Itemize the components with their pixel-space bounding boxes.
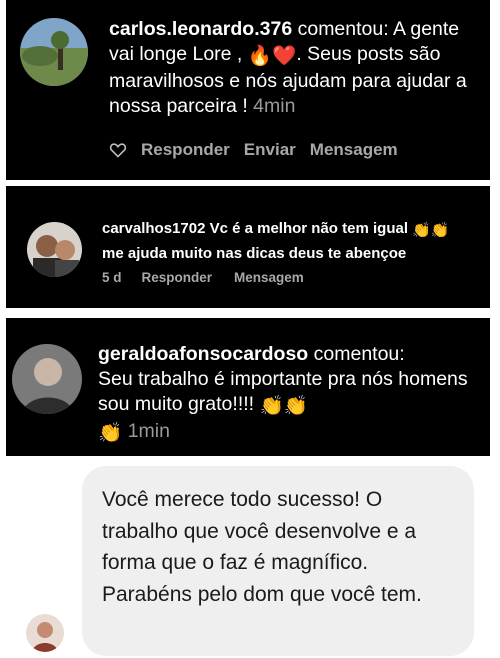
send-button[interactable]: Enviar [244, 140, 296, 160]
username[interactable]: carvalhos1702 [102, 220, 205, 237]
reply-button[interactable]: Responder [142, 270, 213, 285]
comment-actions: Responder Enviar Mensagem [109, 140, 412, 160]
message-button[interactable]: Mensagem [310, 140, 398, 160]
comment-time: 1min [127, 420, 170, 442]
clap-emoji: 👏👏 [259, 395, 309, 417]
clap-emoji: 👏 [98, 422, 123, 444]
message-text: Você merece todo sucesso! O trabalho que… [102, 488, 422, 606]
message-bubble: Você merece todo sucesso! O trabalho que… [82, 466, 474, 656]
comment-actions: 5 d Responder Mensagem [102, 270, 326, 285]
clap-emoji: 👏👏 [412, 222, 450, 239]
heart-emoji: ❤️ [272, 45, 297, 67]
comment-verb: comentou: [313, 343, 405, 365]
comment-card-2: carvalhos1702 Vc é a melhor não tem igua… [6, 186, 490, 308]
avatar[interactable] [20, 18, 88, 86]
avatar[interactable] [12, 344, 82, 414]
message-button[interactable]: Mensagem [234, 270, 304, 285]
comment-text: carvalhos1702 Vc é a melhor não tem igua… [102, 217, 487, 265]
comment-time: 5 d [102, 270, 122, 285]
comment-card-1: carlos.leonardo.376 comentou: A gente va… [6, 0, 490, 180]
comment-card-3: geraldoafonsocardoso comentou: Seu traba… [6, 318, 490, 456]
heart-outline-icon[interactable] [109, 142, 127, 158]
comment-body-cont: me ajuda muito nas dicas deus te abençoe [102, 245, 407, 262]
avatar[interactable] [27, 222, 82, 277]
username[interactable]: geraldoafonsocardoso [98, 343, 308, 365]
username[interactable]: carlos.leonardo.376 [109, 18, 292, 40]
avatar[interactable] [26, 614, 64, 652]
comment-time: 4min [253, 95, 296, 117]
comment-text: carlos.leonardo.376 comentou: A gente va… [109, 17, 479, 119]
comment-body: Vc é a melhor não tem igual [209, 220, 408, 237]
reply-button[interactable]: Responder [141, 140, 230, 160]
comment-text: geraldoafonsocardoso comentou: Seu traba… [98, 342, 483, 446]
comment-verb: comentou: [297, 18, 389, 40]
fire-emoji: 🔥 [247, 45, 273, 67]
